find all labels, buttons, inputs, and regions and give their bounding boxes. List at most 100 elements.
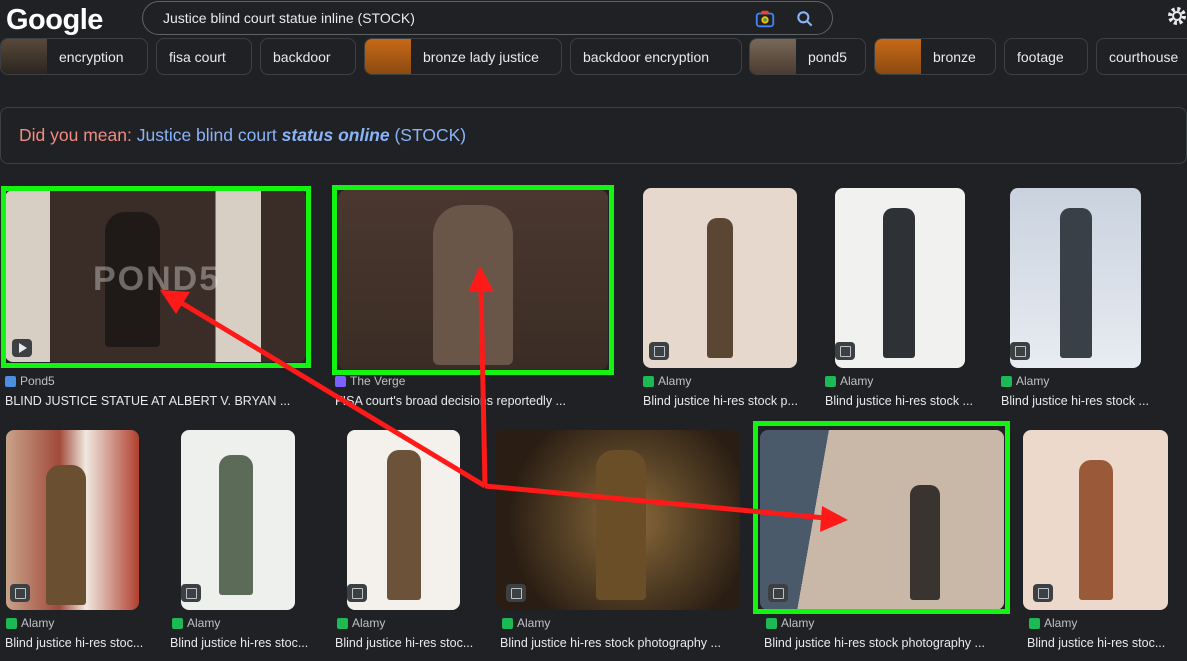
- result-title[interactable]: Blind justice hi-res stoc...: [1027, 636, 1182, 650]
- source-label: Alamy: [1016, 374, 1050, 388]
- result-source[interactable]: Alamy: [6, 616, 54, 630]
- source-label: Alamy: [187, 616, 221, 630]
- alamy-icon: [172, 617, 183, 629]
- chip-encryption[interactable]: encryption: [0, 38, 148, 75]
- chip-label: backdoor: [273, 48, 331, 65]
- statue-silhouette: [707, 218, 733, 358]
- statue-silhouette: [1060, 208, 1092, 358]
- result-source[interactable]: Alamy: [337, 616, 385, 630]
- result-image[interactable]: [181, 430, 295, 610]
- alamy-icon: [825, 375, 836, 387]
- result-source[interactable]: Pond5: [5, 374, 55, 388]
- result-title[interactable]: Blind justice hi-res stoc...: [170, 636, 320, 650]
- chip-backdoor-encryption[interactable]: backdoor encryption: [570, 38, 742, 75]
- result-title[interactable]: FISA court's broad decisions reportedly …: [335, 394, 615, 408]
- chip-label: fisa court: [169, 48, 226, 65]
- search-icon[interactable]: [795, 9, 815, 29]
- result-image[interactable]: [1023, 430, 1168, 610]
- alamy-icon: [337, 617, 348, 629]
- result-title[interactable]: BLIND JUSTICE STATUE AT ALBERT V. BRYAN …: [5, 394, 305, 408]
- chip-bronze[interactable]: bronze: [874, 38, 996, 75]
- watermark: POND5: [93, 260, 221, 298]
- source-label: Alamy: [21, 616, 55, 630]
- result-source[interactable]: Alamy: [502, 616, 550, 630]
- pond5-icon: [5, 375, 16, 387]
- alamy-icon: [643, 375, 654, 387]
- chip-label: backdoor encryption: [583, 48, 710, 65]
- chip-backdoor[interactable]: backdoor: [260, 38, 356, 75]
- result-title[interactable]: Blind justice hi-res stoc...: [335, 636, 485, 650]
- image-icon: [347, 584, 367, 602]
- result-image[interactable]: POND5: [5, 190, 306, 362]
- result-source[interactable]: The Verge: [335, 374, 405, 388]
- result-title[interactable]: Blind justice hi-res stoc...: [5, 636, 155, 650]
- image-icon: [649, 342, 669, 360]
- chip-label: encryption: [59, 48, 124, 65]
- suggestion-part2: (STOCK): [394, 125, 467, 145]
- image-icon: [1010, 342, 1030, 360]
- chip-label: courthouse: [1109, 48, 1179, 65]
- chip-bronze-lady-justice[interactable]: bronze lady justice: [364, 38, 562, 75]
- result-title[interactable]: Blind justice hi-res stock photography .…: [500, 636, 745, 650]
- result-image[interactable]: [835, 188, 965, 368]
- result-source[interactable]: Alamy: [766, 616, 814, 630]
- alamy-icon: [766, 617, 777, 629]
- chip-courthouse[interactable]: courthouse: [1096, 38, 1187, 75]
- statue-silhouette: [46, 465, 86, 605]
- gear-icon[interactable]: [1165, 4, 1187, 28]
- alamy-icon: [1001, 375, 1012, 387]
- chip-thumbnail: [875, 39, 921, 74]
- chip-label: bronze lady justice: [423, 48, 539, 65]
- result-image[interactable]: [347, 430, 460, 610]
- source-label: Alamy: [658, 374, 692, 388]
- source-label: Alamy: [1044, 616, 1078, 630]
- image-icon: [835, 342, 855, 360]
- chip-footage[interactable]: footage: [1004, 38, 1088, 75]
- result-image[interactable]: [1010, 188, 1141, 368]
- result-source[interactable]: Alamy: [172, 616, 220, 630]
- result-title[interactable]: Blind justice hi-res stock ...: [825, 394, 975, 408]
- result-title[interactable]: Blind justice hi-res stock ...: [1001, 394, 1151, 408]
- result-image[interactable]: [760, 430, 1004, 610]
- image-icon: [10, 584, 30, 602]
- statue-silhouette: [1079, 460, 1113, 600]
- search-query[interactable]: Justice blind court statue inline (STOCK…: [163, 10, 415, 26]
- result-source[interactable]: Alamy: [1029, 616, 1077, 630]
- result-image[interactable]: [643, 188, 797, 368]
- result-source[interactable]: Alamy: [1001, 374, 1049, 388]
- result-image[interactable]: [496, 430, 740, 610]
- result-source[interactable]: Alamy: [825, 374, 873, 388]
- result-title[interactable]: Blind justice hi-res stock photography .…: [764, 636, 1009, 650]
- result-title[interactable]: Blind justice hi-res stock p...: [643, 394, 803, 408]
- alamy-icon: [6, 617, 17, 629]
- statue-silhouette: [910, 485, 940, 600]
- image-icon: [506, 584, 526, 602]
- chip-label: footage: [1017, 48, 1064, 65]
- image-icon: [768, 584, 788, 602]
- camera-search-icon[interactable]: [754, 8, 776, 30]
- google-logo[interactable]: Google: [6, 2, 103, 38]
- image-icon: [181, 584, 201, 602]
- source-label: The Verge: [350, 374, 406, 388]
- did-you-mean-banner: Did you mean: Justice blind court status…: [0, 107, 1187, 164]
- alamy-icon: [1029, 617, 1040, 629]
- chip-pond5[interactable]: pond5: [749, 38, 866, 75]
- chip-thumbnail: [365, 39, 411, 74]
- statue-silhouette: [219, 455, 253, 595]
- image-icon: [1033, 584, 1053, 602]
- statue-silhouette: [596, 450, 646, 600]
- chip-thumbnail: [750, 39, 796, 74]
- result-source[interactable]: Alamy: [643, 374, 691, 388]
- source-label: Pond5: [20, 374, 55, 388]
- result-image[interactable]: [6, 430, 139, 610]
- play-icon: [12, 339, 32, 357]
- result-image[interactable]: [338, 190, 608, 370]
- statue-silhouette: [433, 205, 513, 365]
- chip-fisa-court[interactable]: fisa court: [156, 38, 252, 75]
- search-box[interactable]: Justice blind court statue inline (STOCK…: [142, 1, 833, 35]
- suggestion-emphasis: status online: [281, 125, 390, 145]
- chip-label: pond5: [808, 48, 847, 65]
- source-label: Alamy: [840, 374, 874, 388]
- source-label: Alamy: [517, 616, 551, 630]
- did-you-mean-link[interactable]: Justice blind court status online (STOCK…: [137, 125, 466, 145]
